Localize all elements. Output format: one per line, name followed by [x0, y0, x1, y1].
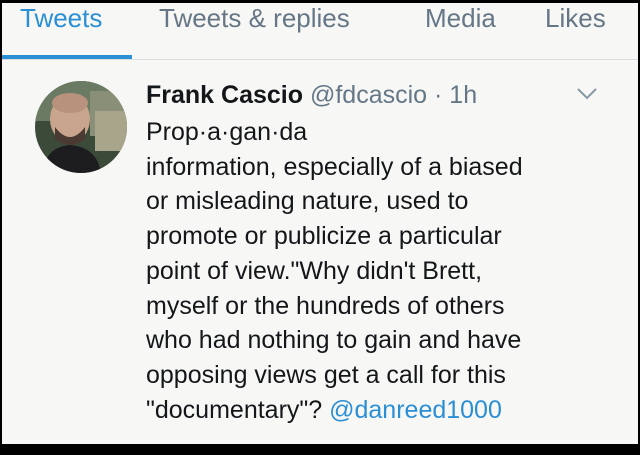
tweet-text: Prop·a·gan·da information, especially of… — [146, 115, 616, 427]
profile-photo — [35, 81, 127, 173]
author-name[interactable]: Frank Cascio — [146, 81, 303, 109]
tweet-text-line: opposing views get a call for this — [146, 360, 506, 389]
tweet-timestamp[interactable]: 1h — [449, 81, 477, 109]
tweet-text-line: or misleading nature, used to — [146, 187, 469, 216]
active-tab-indicator — [2, 55, 132, 59]
profile-tabs: Tweets Tweets & replies Media Likes — [2, 3, 638, 60]
tab-tweets-and-replies[interactable]: Tweets & replies — [159, 3, 350, 33]
chevron-down-icon[interactable] — [574, 84, 600, 104]
tweet-text-last-line: "documentary"? @danreed1000 — [146, 393, 616, 428]
meta-separator: · — [434, 81, 443, 109]
tweet-header: Frank Cascio @fdcascio · 1h — [146, 80, 477, 110]
tweet-text-line: who had nothing to gain and have — [146, 326, 522, 355]
tab-media[interactable]: Media — [425, 3, 496, 33]
tweet-text-line: information, especially of a biased — [146, 152, 523, 181]
tweet-text-fragment: "documentary"? — [146, 395, 330, 424]
avatar[interactable] — [35, 81, 127, 173]
author-handle[interactable]: @fdcascio — [310, 81, 427, 109]
tweet-text-line: Prop·a·gan·da — [146, 118, 308, 146]
mention-link[interactable]: @danreed1000 — [329, 396, 502, 424]
tab-likes[interactable]: Likes — [545, 3, 606, 33]
tweet-text-line: myself or the hundreds of others — [146, 291, 505, 320]
tweet-text-line: point of view."Why didn't Brett, — [146, 256, 483, 285]
tweet-text-line: promote or publicize a particular — [146, 222, 502, 251]
tab-tweets[interactable]: Tweets — [20, 3, 102, 33]
